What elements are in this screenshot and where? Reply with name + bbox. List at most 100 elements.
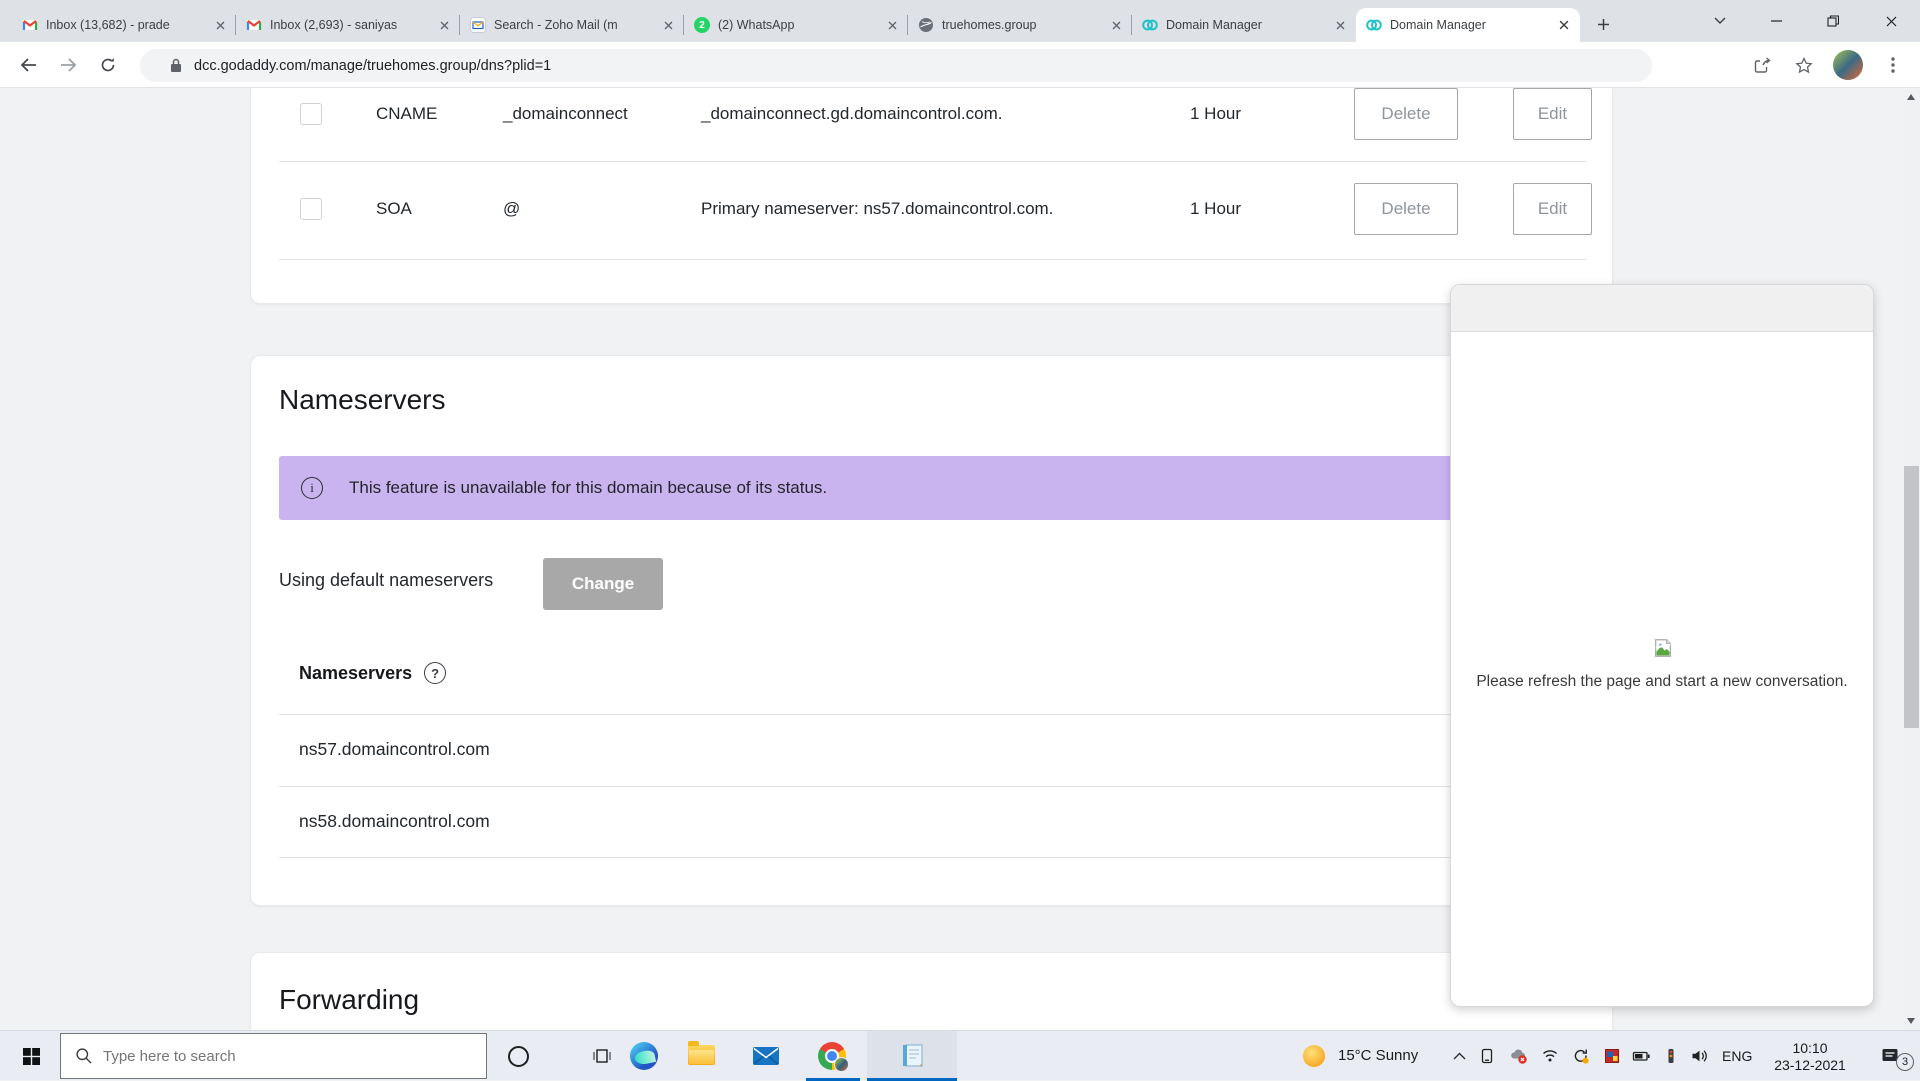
nameserver-status-text: Using default nameservers [279,570,493,591]
taskbar-clock[interactable]: 10:10 23-12-2021 [1768,1040,1852,1074]
row-checkbox[interactable] [300,103,322,125]
tray-expand-button[interactable] [1444,1031,1474,1081]
tab-truehomes[interactable]: truehomes.group [908,8,1132,42]
tab-domain-manager-1[interactable]: Domain Manager [1132,8,1356,42]
nameserver-entry: ns58.domaincontrol.com [299,811,490,832]
forward-arrow-icon [60,58,77,72]
close-icon [1886,16,1897,27]
tab-title: Inbox (13,682) - prade [46,18,212,32]
section-heading: Forwarding [279,984,419,1016]
vertical-scrollbar[interactable] [1903,88,1920,1030]
browser-menu-button[interactable] [1878,50,1908,80]
taskbar-chrome-button[interactable] [818,1042,846,1070]
whatsapp-unread-count: 2 [694,17,710,33]
delete-record-button[interactable]: Delete [1354,88,1458,140]
restore-icon [1827,15,1839,27]
tray-device-status[interactable] [1662,1047,1680,1065]
cortana-button[interactable] [500,1031,536,1081]
row-checkbox[interactable] [300,198,322,220]
reload-button[interactable] [93,50,123,80]
share-button[interactable] [1747,50,1777,80]
window-minimize-button[interactable] [1753,0,1799,42]
address-bar[interactable]: dcc.godaddy.com/manage/truehomes.group/d… [140,49,1652,82]
window-restore-button[interactable] [1810,0,1856,42]
help-icon[interactable]: ? [424,662,446,684]
close-icon[interactable] [212,17,228,33]
close-icon[interactable] [1332,17,1348,33]
share-icon [1754,57,1771,74]
record-name: @ [503,199,520,219]
tray-onedrive[interactable] [1509,1047,1528,1065]
list-divider [279,857,1567,858]
forward-button[interactable] [53,50,83,80]
gmail-icon [246,17,262,33]
section-heading: Nameservers [279,384,445,416]
close-icon[interactable] [660,17,676,33]
tray-volume[interactable] [1690,1047,1709,1065]
chat-panel-header[interactable] [1451,285,1873,332]
star-icon [1795,57,1813,74]
new-tab-button[interactable] [1588,9,1618,39]
tab-zoho-mail[interactable]: Search - Zoho Mail (m [460,8,684,42]
tray-phone-link[interactable] [1478,1047,1496,1065]
change-nameservers-button[interactable]: Change [543,558,663,610]
tab-domain-manager-active[interactable]: Domain Manager [1356,8,1580,42]
edit-record-button[interactable]: Edit [1513,183,1592,235]
taskbar-notepad-button[interactable] [867,1031,957,1081]
bookmark-button[interactable] [1789,50,1819,80]
close-icon[interactable] [1556,17,1572,33]
tab-gmail-2[interactable]: Inbox (2,693) - saniyas [236,8,460,42]
taskbar-edge-button[interactable] [630,1042,658,1070]
taskbar: 15°C Sunny ENG 10:10 23-12-2021 3 [0,1030,1920,1080]
close-icon[interactable] [436,17,452,33]
taskbar-search[interactable] [60,1033,487,1079]
weather-widget[interactable] [1303,1045,1325,1067]
start-button[interactable] [14,1031,48,1081]
tab-title: Domain Manager [1166,18,1332,32]
file-explorer-icon [688,1045,715,1065]
scroll-down-arrow[interactable] [1907,1018,1915,1024]
delete-record-button[interactable]: Delete [1354,183,1458,235]
gmail-icon [22,17,38,33]
clock-date: 23-12-2021 [1768,1057,1852,1074]
edit-record-button[interactable]: Edit [1513,88,1592,140]
browser-toolbar: dcc.godaddy.com/manage/truehomes.group/d… [0,42,1920,88]
godaddy-icon [1366,17,1382,33]
phone-link-icon [1478,1047,1496,1065]
chrome-profile-avatar [834,1057,849,1072]
close-icon[interactable] [1108,17,1124,33]
tab-search-button[interactable] [1697,0,1743,42]
scrollbar-thumb[interactable] [1904,466,1919,728]
window-close-button[interactable] [1868,0,1914,42]
browser-tab-strip: Inbox (13,682) - prade Inbox (2,693) - s… [0,0,1920,42]
forwarding-card: Forwarding [250,952,1613,1030]
record-ttl: 1 Hour [1190,199,1241,219]
profile-avatar[interactable] [1833,50,1863,80]
edge-icon [630,1042,658,1070]
close-icon[interactable] [884,17,900,33]
weather-text[interactable]: 15°C Sunny [1338,1047,1418,1064]
taskbar-mail-button[interactable] [752,1042,780,1070]
row-divider [279,161,1586,162]
whatsapp-icon: 2 [694,17,710,33]
taskbar-explorer-button[interactable] [688,1040,715,1065]
scroll-up-arrow[interactable] [1907,94,1915,100]
tray-windows-update[interactable] [1572,1047,1590,1065]
tray-battery[interactable] [1632,1047,1651,1065]
tray-graphics-app[interactable] [1603,1047,1621,1065]
minimize-icon [1771,20,1782,22]
tab-title: Inbox (2,693) - saniyas [270,18,436,32]
tab-title: truehomes.group [942,18,1108,32]
broken-image-icon [1652,637,1674,664]
back-button[interactable] [13,50,43,80]
tab-gmail-1[interactable]: Inbox (13,682) - prade [12,8,236,42]
language-indicator[interactable]: ENG [1722,1048,1752,1064]
tab-whatsapp[interactable]: 2 (2) WhatsApp [684,8,908,42]
cortana-icon [507,1045,530,1068]
task-view-button[interactable] [584,1031,620,1081]
tab-title: Search - Zoho Mail (m [494,18,660,32]
tray-network[interactable] [1541,1047,1559,1065]
tab-title: Domain Manager [1390,18,1556,32]
search-input[interactable] [103,1048,403,1065]
search-icon [75,1047,93,1065]
